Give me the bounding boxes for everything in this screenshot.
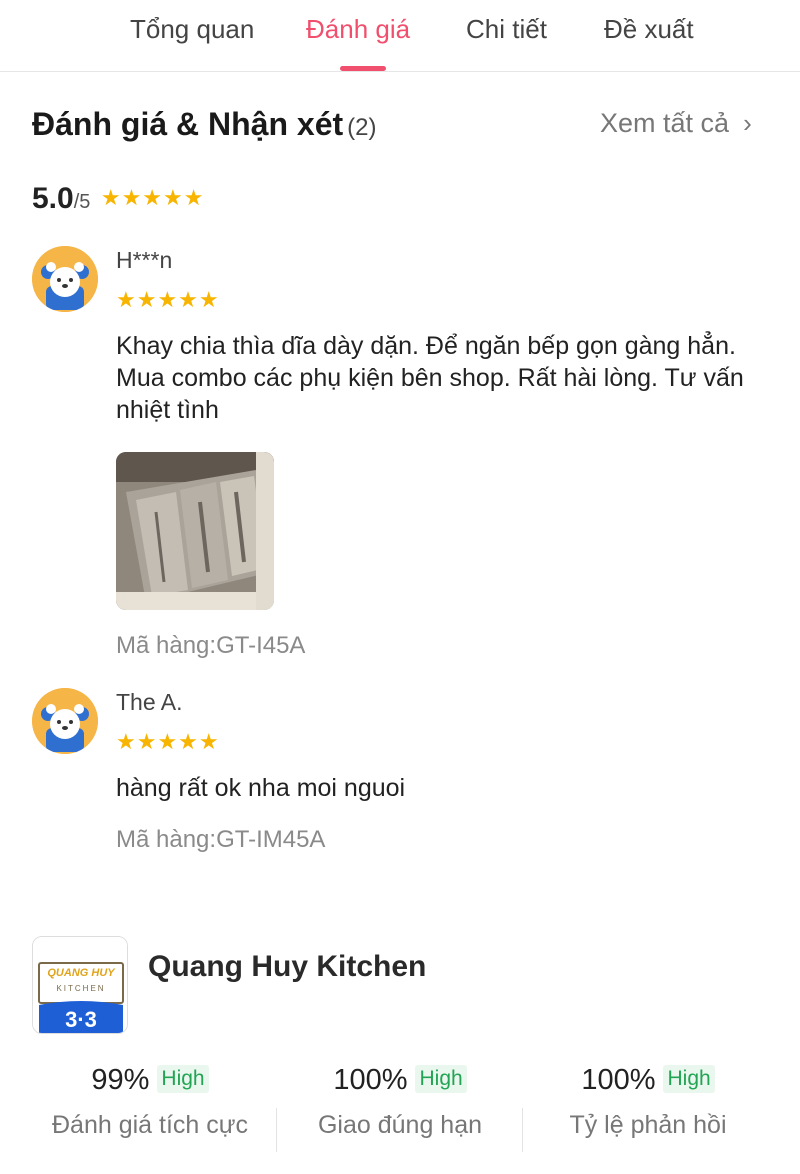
tab-reviews[interactable]: Đánh giá [306, 14, 410, 45]
chevron-right-icon: › [743, 108, 752, 138]
review-stars-icon: ★★★★★ [116, 729, 220, 754]
shop-logo[interactable]: QUANG HUY KITCHEN 3·3 [32, 936, 128, 1034]
bear-avatar-icon [32, 688, 98, 754]
overall-score: 5.0 [32, 182, 74, 215]
see-all-label: Xem tất cả [600, 108, 730, 138]
stat-value: 100% [333, 1064, 408, 1096]
stat-badge: High [415, 1065, 467, 1093]
stat-label: Giao đúng hạn [317, 1111, 483, 1139]
reviewer-avatar [32, 246, 98, 312]
review-text: Khay chia thìa dĩa dày dặn. Để ngăn bếp … [116, 332, 744, 424]
stat-label: Đánh giá tích cực [52, 1111, 248, 1139]
stat-badge: High [157, 1065, 209, 1093]
bear-avatar-icon [32, 246, 98, 312]
review-sku: Mã hàng:GT-I45A [116, 632, 306, 659]
stat-response-rate: 100% High Tỷ lệ phản hồi [526, 1064, 770, 1140]
reviews-count: (2) [347, 114, 377, 141]
reviews-section-title: Đánh giá & Nhận xét (2) [32, 106, 377, 143]
reviewer-name: H***n [116, 247, 173, 273]
stat-label: Tỷ lệ phản hồi [569, 1111, 727, 1139]
stat-value: 100% [581, 1064, 656, 1096]
tab-details[interactable]: Chi tiết [466, 14, 547, 45]
cutlery-tray-photo-icon [116, 452, 274, 610]
reviewer-avatar [32, 688, 98, 754]
stat-divider [522, 1108, 523, 1152]
reviewer-name: The A. [116, 689, 183, 715]
logo-badge: 3·3 [65, 1007, 97, 1032]
stat-positive-rating: 99% High Đánh giá tích cực [20, 1064, 280, 1140]
reviews-title-text: Đánh giá & Nhận xét [32, 106, 344, 142]
stat-value: 99% [91, 1064, 150, 1096]
tab-bar: Tổng quan Đánh giá Chi tiết Đề xuất [0, 0, 800, 72]
overall-score-max: /5 [73, 191, 91, 213]
see-all-link[interactable]: Xem tất cả › [600, 108, 752, 139]
review-text: hàng rất ok nha moi nguoi [116, 774, 406, 802]
stat-divider [276, 1108, 277, 1152]
tab-overview[interactable]: Tổng quan [130, 14, 254, 45]
overall-rating: 5.0/5 ★★★★★ [32, 182, 204, 216]
logo-text-top: QUANG HUY [47, 967, 115, 979]
review-sku: Mã hàng:GT-IM45A [116, 826, 326, 853]
overall-stars-icon: ★★★★★ [100, 185, 205, 210]
tab-suggestions[interactable]: Đề xuất [604, 14, 694, 45]
shop-name[interactable]: Quang Huy Kitchen [148, 950, 426, 984]
review-photo[interactable] [116, 452, 274, 610]
stat-on-time-delivery: 100% High Giao đúng hạn [280, 1064, 520, 1140]
logo-text-bottom: KITCHEN [56, 984, 106, 993]
review-body: The A. ★★★★★ hàng rất ok nha moi nguoi M… [116, 688, 766, 854]
active-tab-indicator [340, 66, 386, 71]
review-body: H***n ★★★★★ Khay chia thìa dĩa dày dặn. … [116, 246, 766, 660]
review-stars-icon: ★★★★★ [116, 287, 220, 312]
stat-badge: High [663, 1065, 715, 1093]
